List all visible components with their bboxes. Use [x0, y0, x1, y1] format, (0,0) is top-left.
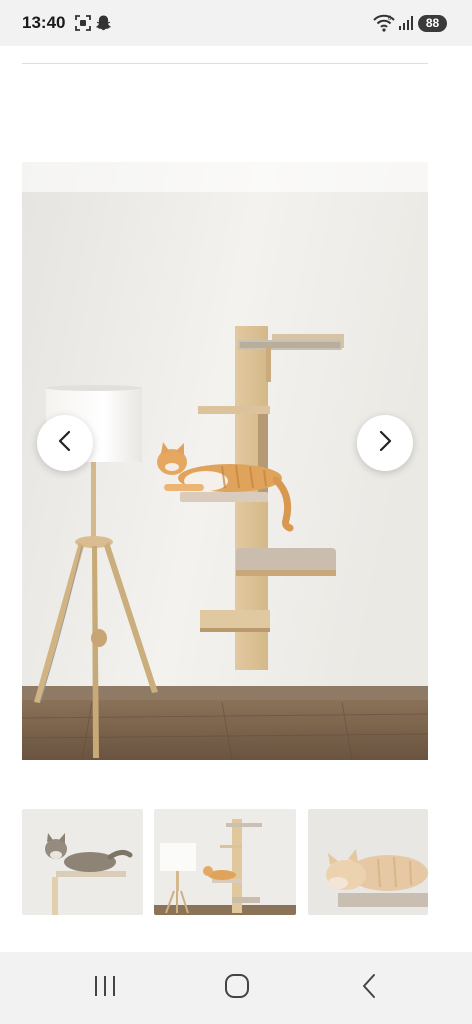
- recent-apps-button[interactable]: [65, 952, 145, 1024]
- status-time: 13:40: [22, 13, 66, 32]
- thumbnail-3[interactable]: [308, 809, 428, 915]
- battery-icon: 88: [418, 15, 447, 32]
- recent-apps-icon: [93, 975, 117, 1002]
- thumbnail-1[interactable]: [22, 809, 143, 915]
- divider: [22, 63, 428, 64]
- previous-image-button[interactable]: [37, 415, 93, 471]
- back-button[interactable]: [329, 952, 409, 1024]
- chevron-right-icon: [377, 430, 393, 457]
- snapchat-icon: [95, 14, 112, 37]
- signal-icon: [398, 14, 414, 37]
- thumbnail-2[interactable]: [154, 809, 296, 915]
- back-icon: [361, 973, 377, 1004]
- system-navigation-bar: [0, 952, 472, 1024]
- chevron-left-icon: [57, 430, 73, 457]
- status-bar: 13:40 6 88: [0, 0, 472, 46]
- home-button[interactable]: [197, 952, 277, 1024]
- home-icon: [224, 973, 250, 1004]
- screenshot-icon: [74, 14, 92, 37]
- next-image-button[interactable]: [357, 415, 413, 471]
- wifi-icon: 6: [373, 14, 395, 37]
